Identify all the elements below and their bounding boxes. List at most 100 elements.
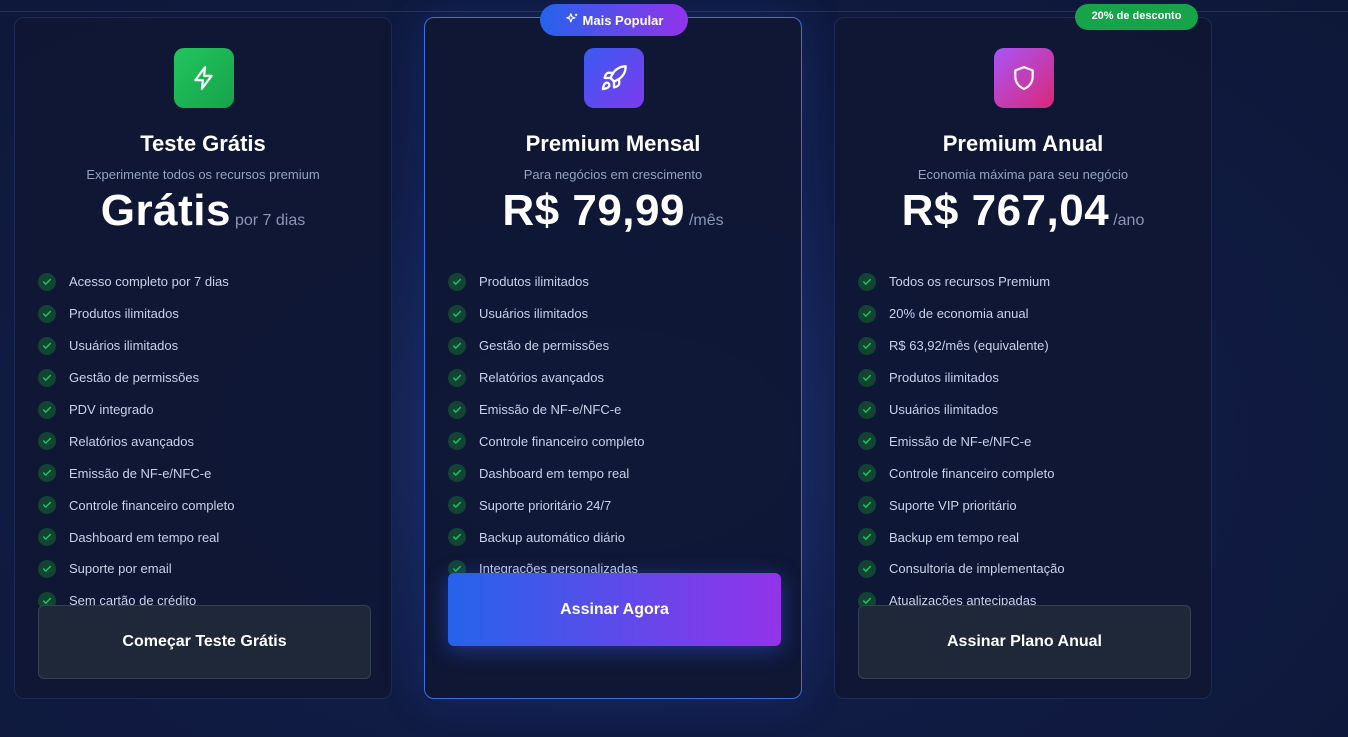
popular-badge: Mais Popular xyxy=(540,4,688,36)
feature-item: Todos os recursos Premium xyxy=(858,266,1065,298)
feature-label: Dashboard em tempo real xyxy=(479,465,630,481)
start-trial-button[interactable]: Começar Teste Grátis xyxy=(38,605,371,679)
check-icon xyxy=(38,432,56,451)
feature-label: Controle financeiro completo xyxy=(889,465,1055,481)
feature-item: Suporte prioritário 24/7 xyxy=(448,489,644,521)
check-icon xyxy=(448,336,466,355)
feature-label: Emissão de NF-e/NFC-e xyxy=(69,465,212,481)
feature-label: Emissão de NF-e/NFC-e xyxy=(479,402,622,417)
check-icon xyxy=(448,272,466,291)
feature-item: Emissão de NF-e/NFC-e xyxy=(858,425,1065,457)
price-amount: R$ 767,04 xyxy=(901,186,1110,235)
feature-item: Emissão de NF-e/NFC-e xyxy=(38,457,234,489)
plan-price: R$ 79,99/mês xyxy=(425,186,801,236)
feature-label: Todos os recursos Premium xyxy=(889,274,1051,290)
feature-list: Acesso completo por 7 dias Produtos ilim… xyxy=(38,266,234,617)
sparkles-icon xyxy=(565,12,579,29)
subscribe-monthly-button[interactable]: Assinar Agora xyxy=(448,573,781,646)
check-icon xyxy=(38,464,56,483)
feature-item: Acesso completo por 7 dias xyxy=(38,266,234,298)
feature-label: Suporte VIP prioritário xyxy=(889,497,1017,513)
feature-label: R$ 63,92/mês (equivalente) xyxy=(889,338,1049,354)
check-icon xyxy=(858,528,876,547)
check-icon xyxy=(858,400,876,419)
feature-item: Suporte VIP prioritário xyxy=(858,489,1065,521)
feature-label: Controle financeiro completo xyxy=(69,497,235,513)
feature-item: Relatórios avançados xyxy=(448,362,644,394)
plan-subtitle: Para negócios em crescimento xyxy=(523,167,703,182)
check-icon xyxy=(858,272,876,291)
check-icon xyxy=(38,528,56,547)
feature-list: Todos os recursos Premium 20% de economi… xyxy=(858,266,1065,617)
feature-item: Dashboard em tempo real xyxy=(38,521,234,553)
check-icon xyxy=(448,304,466,323)
feature-label: Backup em tempo real xyxy=(889,529,1020,545)
feature-item: Controle financeiro completo xyxy=(448,425,644,457)
check-icon xyxy=(448,464,466,483)
lightning-icon xyxy=(174,48,234,108)
price-amount: R$ 79,99 xyxy=(502,186,685,235)
plan-title: Teste Grátis xyxy=(140,131,266,156)
plan-title: Premium Anual xyxy=(942,131,1104,156)
rocket-icon xyxy=(584,48,644,108)
check-icon xyxy=(38,496,56,515)
plan-price: Grátis por 7 dias xyxy=(15,186,391,236)
price-period: por 7 dias xyxy=(234,212,306,229)
feature-label: Gestão de permissões xyxy=(69,370,200,386)
feature-item: Gestão de permissões xyxy=(38,362,234,394)
feature-item: 20% de economia anual xyxy=(858,298,1065,330)
feature-item: Relatórios avançados xyxy=(38,425,234,457)
check-icon xyxy=(38,400,56,419)
feature-item: Controle financeiro completo xyxy=(38,489,234,521)
check-icon xyxy=(38,336,56,355)
feature-item: Consultoria de implementação xyxy=(858,553,1065,585)
feature-item: Produtos ilimitados xyxy=(858,362,1065,394)
price-period: /ano xyxy=(1113,212,1145,229)
check-icon xyxy=(858,464,876,483)
feature-label: Relatórios avançados xyxy=(69,433,195,449)
feature-label: Dashboard em tempo real xyxy=(69,529,220,545)
check-icon xyxy=(38,368,56,387)
feature-label: Gestão de permissões xyxy=(479,338,610,354)
subscribe-annual-button[interactable]: Assinar Plano Anual xyxy=(858,605,1191,679)
check-icon xyxy=(858,432,876,451)
feature-item: Controle financeiro completo xyxy=(858,457,1065,489)
feature-label: Usuários ilimitados xyxy=(479,306,589,322)
feature-label: Consultoria de implementação xyxy=(889,561,1065,577)
feature-label: Backup automático diário xyxy=(479,529,625,545)
feature-item: Produtos ilimitados xyxy=(38,298,234,330)
feature-label: Emissão de NF-e/NFC-e xyxy=(889,433,1032,449)
shield-icon xyxy=(994,48,1054,108)
feature-item: Usuários ilimitados xyxy=(38,330,234,362)
feature-list: Produtos ilimitados Usuários ilimitados … xyxy=(448,266,644,585)
plan-price: R$ 767,04/ano xyxy=(835,186,1211,236)
feature-item: Produtos ilimitados xyxy=(448,266,644,298)
check-icon xyxy=(858,496,876,515)
check-icon xyxy=(38,559,56,578)
check-icon xyxy=(858,304,876,323)
plan-card-free-trial: Teste Grátis Experimente todos os recurs… xyxy=(14,17,392,699)
feature-item: R$ 63,92/mês (equivalente) xyxy=(858,330,1065,362)
check-icon xyxy=(448,368,466,387)
feature-label: Produtos ilimitados xyxy=(479,274,589,290)
feature-item: Gestão de permissões xyxy=(448,330,644,362)
feature-item: Backup em tempo real xyxy=(858,521,1065,553)
feature-item: Dashboard em tempo real xyxy=(448,457,644,489)
price-amount: Grátis xyxy=(100,186,231,235)
feature-item: Backup automático diário xyxy=(448,521,644,553)
discount-badge: 20% de desconto xyxy=(1075,4,1198,30)
feature-item: Emissão de NF-e/NFC-e xyxy=(448,394,644,426)
plan-card-annual: Premium Anual Economia máxima para seu n… xyxy=(834,17,1212,699)
check-icon xyxy=(448,528,466,547)
plan-title: Premium Mensal xyxy=(525,131,701,156)
feature-label: Produtos ilimitados xyxy=(889,370,999,386)
feature-label: Usuários ilimitados xyxy=(69,338,179,354)
feature-label: Relatórios avançados xyxy=(479,370,605,386)
check-icon xyxy=(448,496,466,515)
plan-subtitle: Experimente todos os recursos premium xyxy=(86,167,320,182)
feature-item: Suporte por email xyxy=(38,553,234,585)
plan-subtitle: Economia máxima para seu negócio xyxy=(917,167,1129,182)
feature-label: PDV integrado xyxy=(69,402,154,417)
popular-badge-label: Mais Popular xyxy=(582,12,664,28)
check-icon xyxy=(38,304,56,323)
